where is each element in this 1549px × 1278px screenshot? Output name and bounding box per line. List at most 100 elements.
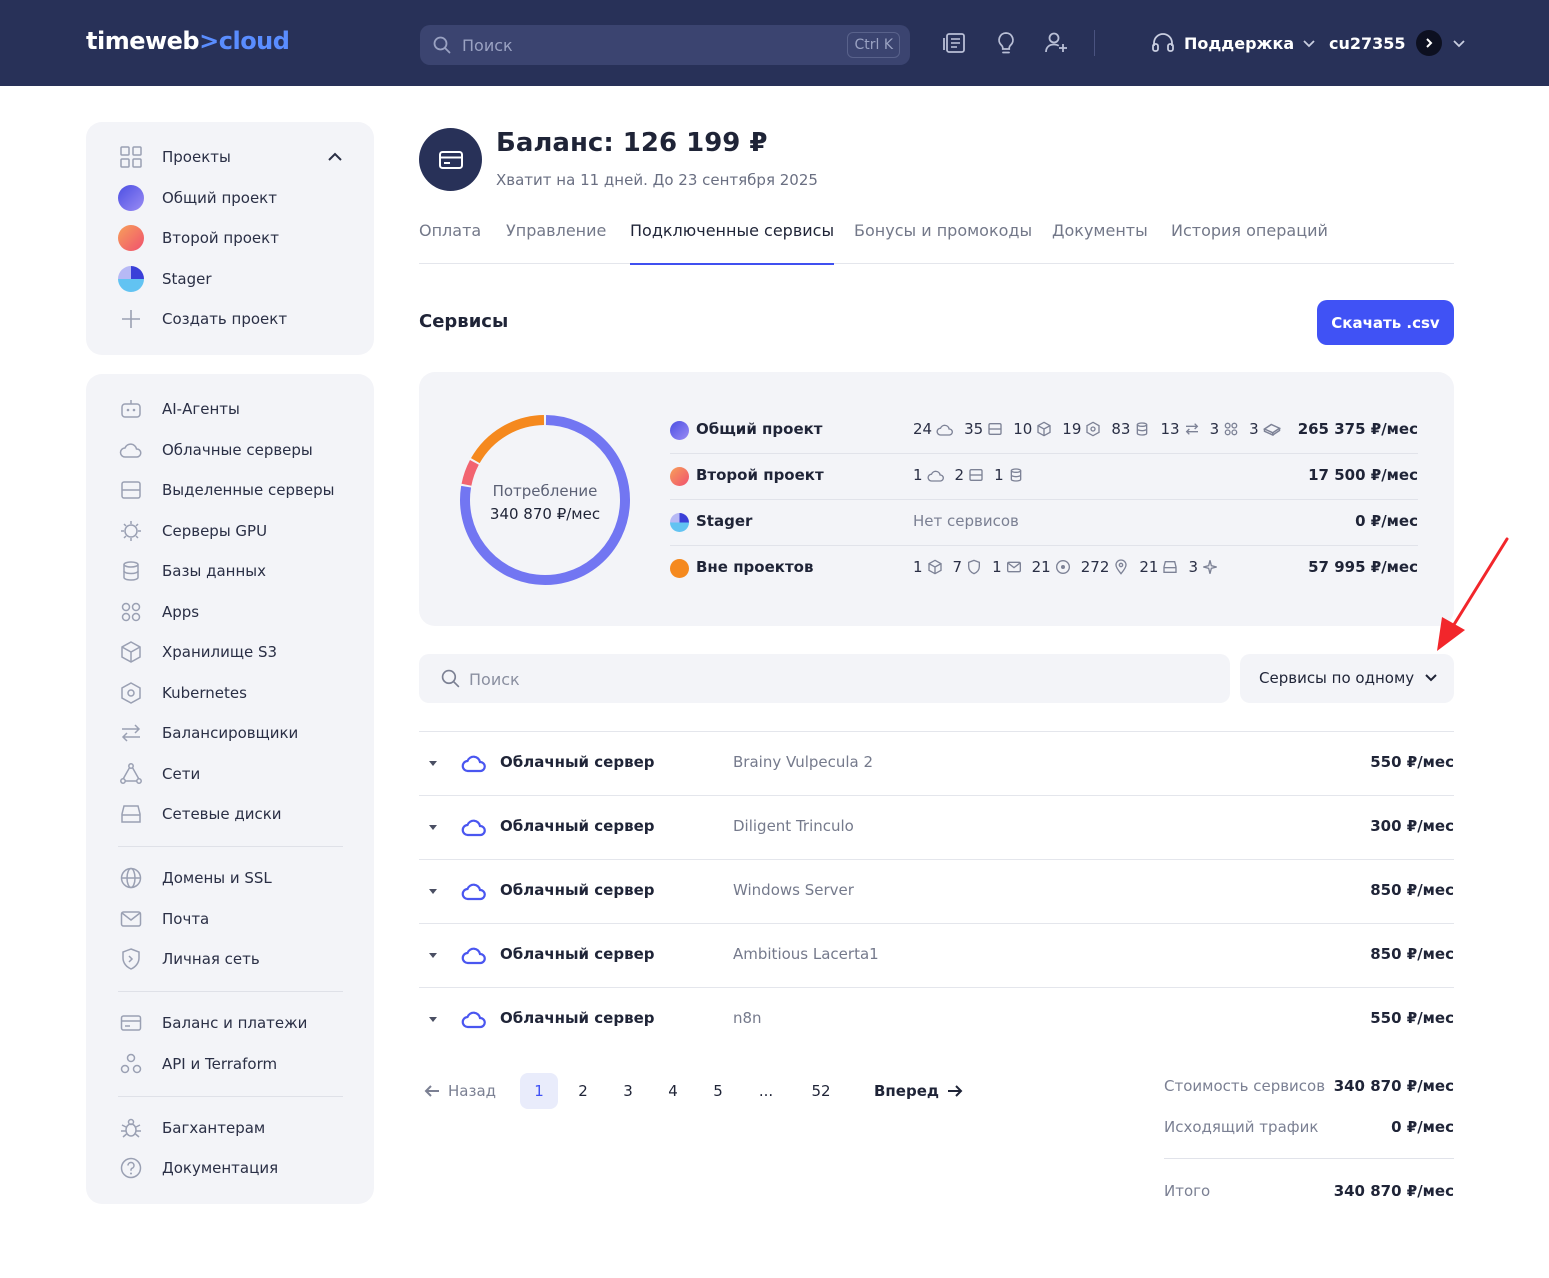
service-price: 850 ₽/мес [1370,945,1454,963]
caret-down-icon[interactable] [427,888,439,896]
chevron-down-icon [1425,674,1437,682]
project-avatar [118,225,144,251]
service-name: n8n [733,1009,762,1027]
table-row[interactable]: Облачный сервер Brainy Vulpecula 2 550 ₽… [419,731,1454,795]
logo-text-cloud: cloud [218,27,290,55]
sidebar-item-network-disks[interactable]: Сетевые диски [118,801,282,827]
project-name: Второй проект [696,466,824,484]
sidebar-item-balance[interactable]: Баланс и платежи [118,1010,307,1036]
sidebar-item-label: Багхантерам [162,1119,266,1137]
sidebar-item-cloud-servers[interactable]: Облачные серверы [118,437,313,463]
consumption-value: 340 870 ₽/мес [489,505,601,523]
create-project-button[interactable]: Создать проект [118,306,287,332]
user-account-label: cu27355 [1329,33,1406,53]
sidebar-item-label: Apps [162,603,200,621]
sidebar-item-ai-agents[interactable]: AI-Агенты [118,396,240,422]
table-row[interactable]: Облачный сервер n8n 550 ₽/мес [419,987,1454,1051]
news-icon[interactable] [942,30,968,56]
network-icon [118,761,144,787]
sidebar-item-balancers[interactable]: Балансировщики [118,720,298,746]
grouping-select-value: Сервисы по одному [1259,669,1415,687]
balance-avatar [419,128,482,191]
caret-down-icon[interactable] [427,952,439,960]
page-button[interactable]: 1 [520,1073,558,1109]
sidebar-item-label: Базы данных [162,562,266,580]
totals-divider [1164,1158,1454,1159]
project-summary-row: Stager Нет сервисов 0 ₽/мес [670,500,1418,546]
services-search-input[interactable] [469,667,1169,691]
sidebar-item-label: Хранилище S3 [162,643,278,661]
pin-icon [1113,559,1129,575]
global-search-input[interactable] [462,33,822,57]
sidebar-item-gpu-servers[interactable]: Серверы GPU [118,518,267,544]
sidebar-item-s3-storage[interactable]: Хранилище S3 [118,639,277,665]
create-project-label: Создать проект [162,310,288,328]
caret-down-icon[interactable] [427,824,439,832]
sidebar-item-api[interactable]: API и Terraform [118,1051,277,1077]
arrow-right-icon [948,1085,963,1097]
bulb-icon[interactable] [993,30,1019,56]
tab-management[interactable]: Управление [506,221,606,264]
sidebar-item-mail[interactable]: Почта [118,906,209,932]
service-name: Windows Server [733,881,854,899]
support-menu[interactable]: Поддержка [1150,30,1316,56]
tab-documents[interactable]: Документы [1052,221,1148,264]
sidebar-project-second[interactable]: Второй проект [118,225,279,251]
service-price: 850 ₽/мес [1370,881,1454,899]
search-icon [441,669,460,688]
service-type: Облачный сервер [500,753,655,771]
sidebar-item-kubernetes[interactable]: Kubernetes [118,680,247,706]
table-row[interactable]: Облачный сервер Windows Server 850 ₽/мес [419,859,1454,923]
global-search[interactable]: Ctrl K [420,25,910,65]
api-icon [118,1051,144,1077]
add-user-icon[interactable] [1043,30,1069,56]
service-count: 21 [1031,558,1051,576]
page-button[interactable]: 3 [615,1073,641,1109]
sidebar-divider [118,1096,343,1097]
page-button[interactable]: 52 [804,1073,838,1109]
service-count: 3 [1249,420,1259,438]
caret-down-icon[interactable] [427,760,439,768]
projects-header[interactable]: Проекты [118,144,346,170]
logo[interactable]: timeweb>cloud [86,27,290,55]
database-icon [1008,467,1024,483]
caret-down-icon[interactable] [427,1016,439,1024]
sidebar-item-private-network[interactable]: Личная сеть [118,946,260,972]
sidebar-project-stager[interactable]: Stager [118,266,212,292]
pagination-next[interactable]: Вперед [874,1073,963,1109]
service-count: 3 [1209,420,1220,438]
sparkle-icon [1202,559,1218,575]
sidebar-item-label: Серверы GPU [162,522,268,540]
database-icon [118,558,144,584]
traffic-label: Исходящий трафик [1164,1118,1319,1136]
tab-connected-services[interactable]: Подключенные сервисы [630,221,835,265]
sidebar-item-bughunters[interactable]: Багхантерам [118,1115,265,1141]
pagination-prev[interactable]: Назад [424,1073,496,1109]
download-csv-button[interactable]: Скачать .csv [1317,300,1454,345]
page-button[interactable]: 2 [570,1073,596,1109]
service-count: 1 [913,466,923,484]
tab-bonuses[interactable]: Бонусы и промокоды [854,221,1032,264]
chevron-up-icon[interactable] [327,150,343,164]
table-row[interactable]: Облачный сервер Diligent Trinculo 300 ₽/… [419,795,1454,859]
user-menu[interactable]: cu27355 [1329,28,1466,58]
sidebar-project-common[interactable]: Общий проект [118,185,277,211]
services-heading: Сервисы [419,311,509,332]
sidebar-item-domains[interactable]: Домены и SSL [118,865,272,891]
sidebar-item-networks[interactable]: Сети [118,761,200,787]
page-button[interactable]: 4 [660,1073,686,1109]
tab-history[interactable]: История операций [1171,221,1328,264]
sidebar-item-documentation[interactable]: Документация [118,1155,278,1181]
table-row[interactable]: Облачный сервер Ambitious Lacerta1 850 ₽… [419,923,1454,987]
sidebar-item-databases[interactable]: Базы данных [118,558,266,584]
sidebar-item-label: Сетевые диски [162,805,282,823]
page-button[interactable]: 5 [705,1073,731,1109]
sidebar-item-dedicated-servers[interactable]: Выделенные серверы [118,477,334,503]
sidebar-item-apps[interactable]: Apps [118,599,199,625]
grouping-select[interactable]: Сервисы по одному [1240,654,1454,703]
cloud-icon [927,467,945,483]
robot-icon [118,396,144,422]
logo-text: timeweb [86,27,200,55]
tab-payment[interactable]: Оплата [419,221,481,264]
services-search[interactable] [419,654,1230,703]
